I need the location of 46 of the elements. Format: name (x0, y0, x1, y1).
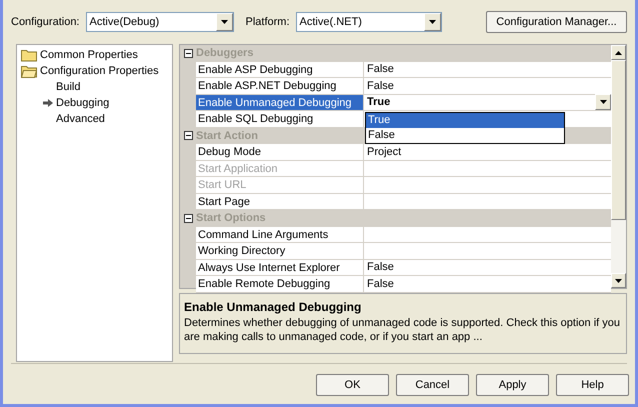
category-header: Debuggers (196, 46, 254, 61)
property-value[interactable]: True (364, 94, 595, 110)
configuration-label: Configuration: (11, 14, 80, 30)
configuration-dropdown[interactable]: Active(Debug) (86, 12, 234, 32)
configuration-manager-button[interactable]: Configuration Manager... (486, 11, 627, 33)
tree-item[interactable]: Debugging (56, 94, 110, 112)
platform-label: Platform: (246, 14, 290, 30)
description-text: Determines whether debugging of unmanaged code is supported. Check this option if you are making calls to unmanaged code, or if you start an app ... (184, 316, 621, 344)
description-title: Enable Unmanaged Debugging (184, 299, 362, 316)
dialog-button[interactable]: OK (316, 374, 389, 396)
caret-icon (600, 100, 606, 104)
scrollbar[interactable] (611, 45, 626, 288)
property-name[interactable]: Debug Mode (196, 144, 364, 160)
property-name[interactable]: Enable SQL Debugging (196, 111, 364, 126)
property-name[interactable]: Enable ASP Debugging (196, 62, 364, 77)
dialog-button[interactable]: Help (556, 374, 629, 396)
collapse-icon[interactable] (184, 48, 192, 58)
property-value[interactable]: False (364, 61, 611, 78)
folder-icon (21, 48, 37, 62)
tree-item[interactable]: Build (56, 78, 80, 96)
tree-item[interactable]: Common Properties (21, 47, 172, 63)
platform-dropdown[interactable]: Active(.NET) (296, 12, 442, 32)
dropdown-arrow-icon (428, 20, 436, 24)
property-value[interactable]: False (364, 259, 611, 276)
tree-item[interactable]: Advanced (56, 110, 105, 128)
dropdown-button[interactable] (595, 94, 611, 110)
tree-item[interactable]: Configuration Properties (21, 63, 172, 79)
scroll-up-icon[interactable] (615, 50, 622, 54)
open-folder-icon (21, 64, 37, 78)
property-name[interactable]: Enable Unmanaged Debugging (196, 94, 364, 110)
property-value[interactable]: Project (364, 144, 611, 160)
dropdown-option[interactable]: True (366, 113, 564, 128)
collapse-icon[interactable] (184, 131, 192, 140)
property-name[interactable]: Enable ASP.NET Debugging (196, 78, 364, 94)
scroll-down-icon[interactable] (615, 278, 622, 282)
dialog-button[interactable]: Apply (476, 374, 549, 396)
dropdown-option[interactable]: False (366, 128, 564, 143)
property-value[interactable]: False (364, 78, 611, 94)
category-header: Start Action (196, 128, 258, 144)
dialog-button[interactable]: Cancel (396, 374, 469, 396)
collapse-icon[interactable] (184, 214, 192, 223)
category-header: Start Options (196, 211, 266, 226)
property-name[interactable]: Always Use Internet Explorer (196, 260, 364, 275)
property-value[interactable]: False (364, 276, 611, 292)
dropdown-arrow-icon (220, 20, 228, 24)
property-name[interactable]: Enable Remote Debugging (196, 276, 364, 292)
